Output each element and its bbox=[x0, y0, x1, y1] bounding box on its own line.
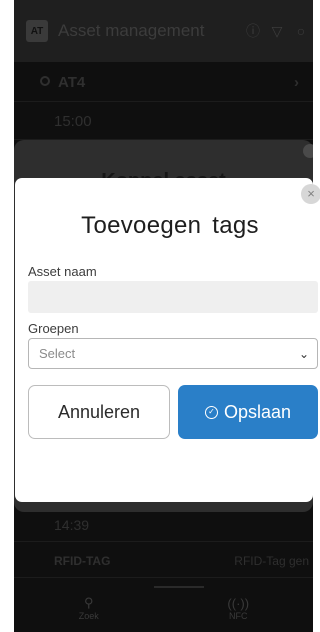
rfid-label: RFID-TAG bbox=[54, 553, 111, 568]
nfc-icon: ((·)) bbox=[227, 595, 250, 611]
check-circle-icon: ✓ bbox=[204, 405, 218, 419]
nav-item-nfc[interactable]: ((·)) NFC bbox=[164, 584, 314, 632]
chevron-down-icon: ⌄ bbox=[298, 346, 309, 361]
save-button[interactable]: ✓ Opslaan bbox=[178, 385, 318, 439]
list-item: 15:00 bbox=[14, 104, 313, 140]
location-label: AT4 bbox=[58, 74, 86, 91]
rfid-row: RFID-TAG RFID-Tag gen bbox=[14, 544, 313, 578]
groups-select-value: Select bbox=[39, 346, 76, 361]
cancel-button-label: Annuleren bbox=[57, 401, 141, 422]
app-title: Asset management bbox=[58, 21, 205, 40]
close-icon[interactable]: × bbox=[301, 184, 320, 204]
time-value: 14:39 bbox=[54, 516, 90, 533]
info-icon[interactable]: ⓘ bbox=[245, 23, 261, 39]
location-row[interactable]: AT4 › bbox=[14, 64, 313, 102]
nav-item-search[interactable]: ⚲ Zoek bbox=[14, 584, 164, 632]
groups-select[interactable]: Select ⌄ bbox=[28, 338, 318, 369]
search-icon[interactable]: ○ bbox=[293, 23, 309, 39]
location-pin-icon bbox=[40, 76, 50, 86]
modal-title: Toevoegen tags bbox=[81, 212, 259, 239]
sheet-close-icon bbox=[303, 144, 313, 158]
save-button-label: Opslaan bbox=[223, 401, 292, 422]
groups-label: Groepen bbox=[28, 321, 79, 336]
filter-icon[interactable]: ▽ bbox=[269, 23, 285, 39]
rfid-value: RFID-Tag gen bbox=[234, 553, 309, 568]
nav-item-label: NFC bbox=[229, 610, 248, 621]
link-icon: ⚲ bbox=[83, 595, 94, 610]
bottom-nav: ⚲ Zoek ((·)) NFC bbox=[14, 584, 313, 632]
asset-name-input[interactable] bbox=[28, 281, 318, 313]
cancel-button[interactable]: Annuleren bbox=[28, 385, 170, 439]
time-value: 15:00 bbox=[54, 113, 92, 130]
top-bar: AT Asset management ⓘ ▽ ○ bbox=[14, 0, 313, 62]
nav-item-label: Zoek bbox=[78, 611, 99, 621]
chevron-right-icon: › bbox=[294, 74, 299, 91]
asset-name-label: Asset naam bbox=[28, 264, 97, 279]
app-logo: AT bbox=[26, 20, 48, 42]
list-item: 14:39 bbox=[14, 508, 313, 542]
add-tags-modal: × Toevoegen tags Asset naam Groepen Sele… bbox=[15, 178, 320, 502]
